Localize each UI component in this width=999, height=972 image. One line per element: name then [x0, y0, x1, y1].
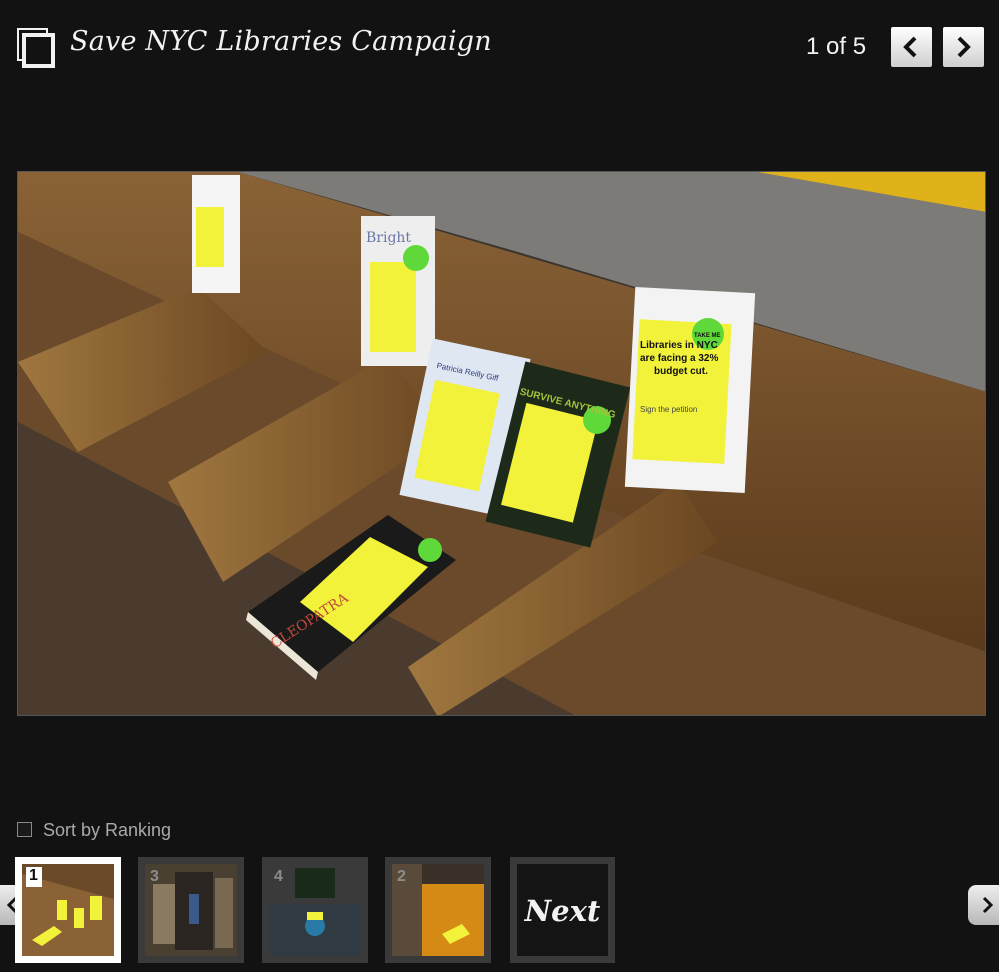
sort-label: Sort by Ranking — [43, 820, 172, 840]
previous-slide-button[interactable] — [891, 27, 932, 67]
next-label: Next — [524, 894, 601, 928]
chevron-left-icon — [903, 36, 917, 58]
gallery-header: Save NYC Libraries Campaign 1 of 5 — [0, 0, 999, 95]
flyer-text: Sign the petition — [640, 405, 697, 414]
thumbnail-number: 3 — [150, 868, 159, 885]
sort-checkbox[interactable] — [17, 822, 32, 837]
flyer-text: are facing a 32% — [640, 353, 718, 364]
next-thumbnails-button[interactable]: Next — [510, 857, 615, 963]
thumbnail-number: 1 — [26, 867, 42, 887]
chevron-right-icon — [982, 896, 994, 914]
thumbnail-item[interactable]: 3 — [138, 857, 244, 963]
thumbnail-item[interactable]: 1 — [15, 857, 121, 963]
main-photo[interactable]: Libraries in NYC are facing a 32% budget… — [17, 171, 986, 716]
thumbnail-item[interactable]: 4 — [262, 857, 368, 963]
slide-counter: 1 of 5 — [806, 33, 867, 60]
page-title: Save NYC Libraries Campaign — [70, 26, 492, 57]
thumbnail-item[interactable]: 2 — [385, 857, 491, 963]
flyer-text: Libraries in NYC — [640, 340, 718, 351]
book-title: Bright — [366, 230, 411, 246]
thumbnails-next-button[interactable] — [968, 885, 999, 925]
thumbnail-strip: 1 3 4 2 Next — [0, 855, 999, 965]
chevron-right-icon — [957, 36, 971, 58]
next-slide-button[interactable] — [943, 27, 984, 67]
flyer-badge: TAKE ME — [694, 333, 721, 339]
thumbnail-number: 4 — [274, 868, 283, 885]
thumbnail-number: 2 — [397, 868, 406, 885]
flyer-text: budget cut. — [654, 366, 708, 377]
gallery-icon — [17, 28, 55, 68]
